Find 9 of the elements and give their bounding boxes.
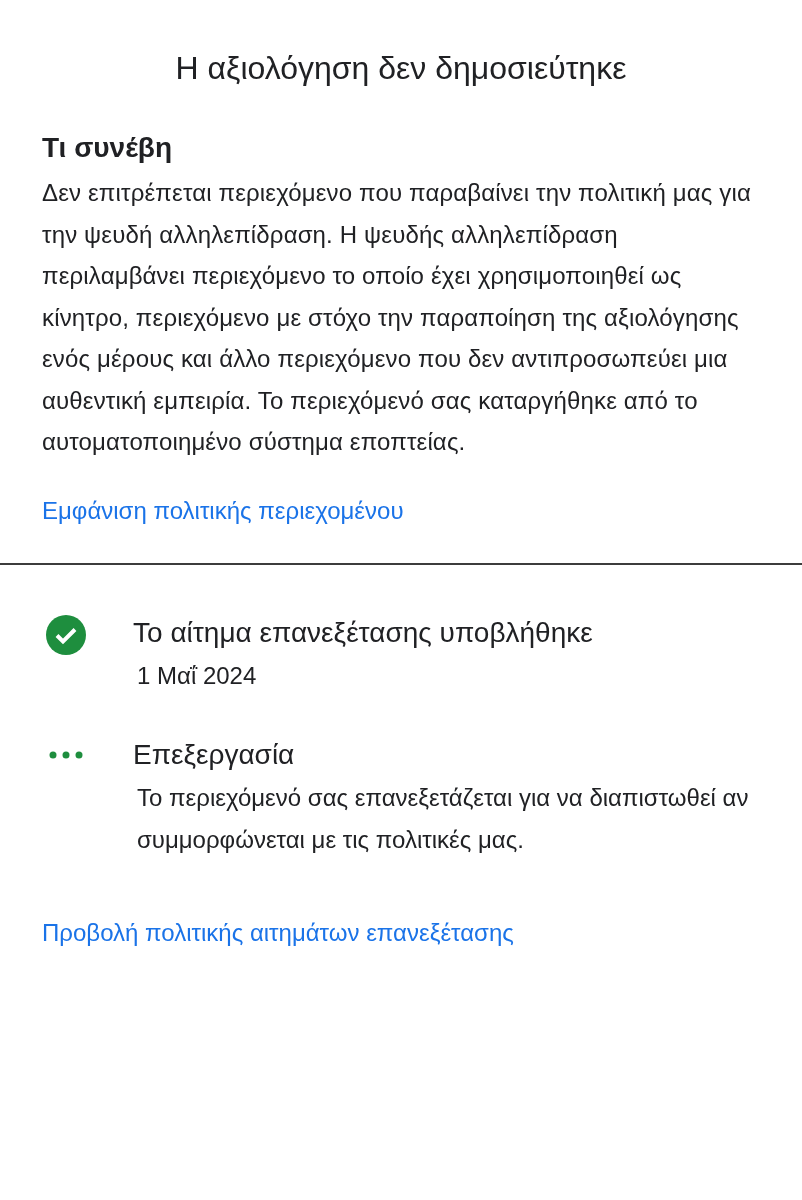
content-policy-link[interactable]: Εμφάνιση πολιτικής περιεχομένου xyxy=(42,492,404,529)
step-title: Επεξεργασία xyxy=(133,737,296,772)
step-title: Το αίτημα επανεξέτασης υποβλήθηκε xyxy=(133,615,594,650)
step-date: 1 Μαΐ 2024 xyxy=(137,660,258,691)
step-description: Το περιεχόμενό σας επανεξετάζεται για να διαπιστωθεί αν συμμορφώνεται με τις πολιτικές μας. xyxy=(137,782,750,855)
section-heading: Τι συνέβη xyxy=(42,131,173,165)
review-policy-link[interactable]: Προβολή πολιτικής αιτημάτων επανεξέτασης xyxy=(42,914,514,951)
page-title: Η αξιολόγηση δεν δημοσιεύτηκε xyxy=(174,49,628,88)
explanation-text: Δεν επιτρέπεται περιεχόμενο που παραβαίνει την πολιτική μας για την ψευδή αλληλεπίδραση. Η ψευδής αλληλεπίδραση περιλαμβάνει περιεχόμενο το οποίο έχει χρησιμοποιηθεί ως κίνητρο, περιεχόμενο με στόχο την παραποίηση της αξιολόγησης ενός μέρους και άλλο περιεχόμενο που δεν αντιπροσωπεύει μια αυθεντική εμπειρία. Το περιεχόμενό σας καταργήθηκε από το αυτοματοποιημένο σύστημα εποπτείας. xyxy=(42,178,752,457)
